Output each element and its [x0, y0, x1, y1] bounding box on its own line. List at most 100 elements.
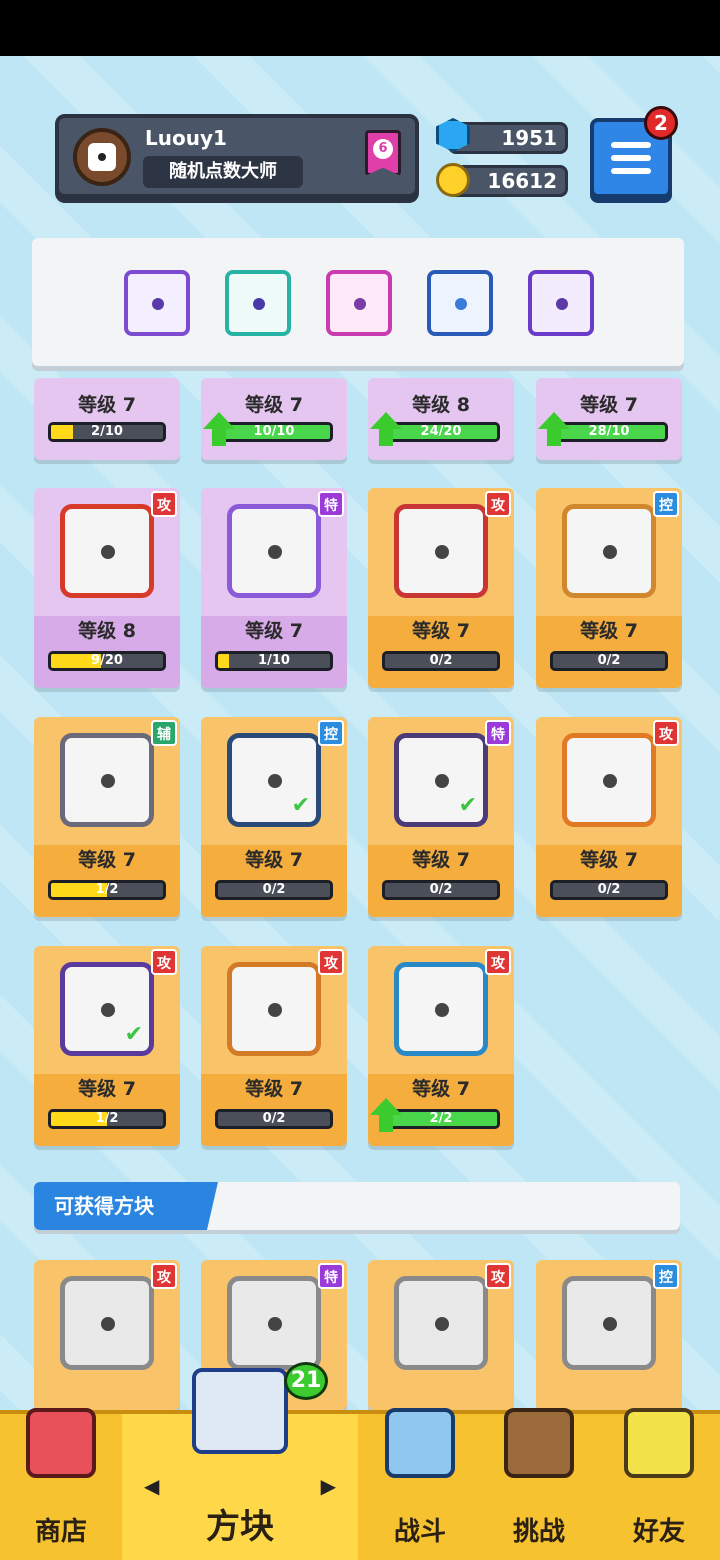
progress-bar: 1/10	[215, 651, 333, 671]
nav-friends-label: 好友	[632, 1517, 685, 1547]
orbit-dice-icon	[556, 298, 568, 310]
orbit-dice-icon: ✔	[60, 962, 154, 1056]
dice-pip	[268, 774, 282, 788]
nav-shop[interactable]: 商店	[0, 1408, 122, 1560]
progress-bar: 0/2	[215, 880, 333, 900]
gun-dice-icon	[227, 962, 321, 1056]
progress-bar: 0/2	[215, 1109, 333, 1129]
card-type-tag: 特	[318, 1263, 344, 1289]
sun-dice-icon	[562, 733, 656, 827]
progress-bar: 1/2	[48, 1109, 166, 1129]
card-type-tag: 辅	[151, 720, 177, 746]
player-profile[interactable]: Luouy1 随机点数大师 6	[55, 114, 419, 198]
card-level: 等级 7	[78, 849, 136, 871]
player-name: Luouy1	[145, 126, 227, 150]
dice-card[interactable]: ✔ 控等级 7 0/2	[201, 717, 347, 917]
whirlpool-dice-icon	[394, 962, 488, 1056]
dice-card[interactable]: 攻等级 8 9/20	[34, 488, 180, 688]
deck-slot[interactable]	[528, 270, 594, 336]
dice-card[interactable]: 等级 7 10/10	[201, 378, 347, 460]
gear-dice-icon	[60, 1276, 154, 1370]
hamburger-line	[611, 168, 651, 174]
mystery-cube-icon	[192, 1368, 288, 1454]
progress-text: 0/2	[597, 882, 621, 897]
sand-dice-icon	[562, 504, 656, 598]
shield-dice-icon	[562, 1276, 656, 1370]
avatar	[73, 128, 131, 186]
nav-friends[interactable]: 好友	[598, 1408, 720, 1560]
dice-card[interactable]: 特等级 7 1/10	[201, 488, 347, 688]
dice-card[interactable]: 控等级 7 0/2	[536, 488, 682, 688]
fire-dice-icon	[60, 504, 154, 598]
nav-battle[interactable]: 战斗	[360, 1408, 480, 1560]
dice-pip	[435, 1317, 449, 1331]
dice-pip	[435, 774, 449, 788]
card-level: 等级 7	[245, 394, 303, 416]
prev-arrow-icon[interactable]: ◀	[144, 1474, 159, 1498]
starburst-dice-icon	[394, 504, 488, 598]
deck-slot[interactable]	[326, 270, 392, 336]
progress-text: 9/20	[91, 653, 123, 668]
dice-card[interactable]: 等级 7 2/10	[34, 378, 180, 460]
deck-slot[interactable]	[225, 270, 291, 336]
progress-bar: 0/2	[382, 651, 500, 671]
dice-card[interactable]: 等级 8 24/20	[368, 378, 514, 460]
progress-text: 24/20	[420, 424, 462, 439]
dice-pip	[603, 1317, 617, 1331]
deck-slot[interactable]	[124, 270, 190, 336]
card-type-tag: 控	[653, 491, 679, 517]
progress-bar: 0/2	[550, 880, 668, 900]
jaws-dice-icon	[60, 733, 154, 827]
progress-text: 10/10	[253, 424, 295, 439]
next-arrow-icon[interactable]: ▶	[321, 1474, 336, 1498]
nav-challenge[interactable]: 挑战	[480, 1408, 598, 1560]
dice-card[interactable]: 辅等级 7 1/2	[34, 717, 180, 917]
nav-blocks[interactable]: 方块 ◀ ▶	[122, 1368, 358, 1560]
dice-card[interactable]: ✔ 攻等级 7 1/2	[34, 946, 180, 1146]
dice-card[interactable]: 攻等级 7 0/2	[201, 946, 347, 1146]
card-level: 等级 7	[412, 849, 470, 871]
dice-pip	[101, 774, 115, 788]
progress-bar: 24/20	[382, 422, 500, 442]
card-level: 等级 7	[78, 394, 136, 416]
card-level: 等级 8	[78, 620, 136, 642]
hamburger-line	[611, 155, 651, 161]
card-level: 等级 7	[580, 849, 638, 871]
nav-blocks-label: 方块	[206, 1507, 274, 1547]
dice-pip	[101, 1317, 115, 1331]
card-type-tag: 攻	[151, 949, 177, 975]
dice-card[interactable]: 攻等级 7 0/2	[368, 488, 514, 688]
dice-card[interactable]: 等级 7 28/10	[536, 378, 682, 460]
card-level: 等级 8	[412, 394, 470, 416]
equipped-check-icon: ✔	[124, 1022, 143, 1047]
progress-bar: 2/2	[382, 1109, 500, 1129]
dice-pip	[101, 1003, 115, 1017]
progress-bar: 0/2	[382, 880, 500, 900]
dice-pip	[101, 545, 115, 559]
friends-character-icon	[624, 1408, 694, 1478]
progress-bar: 9/20	[48, 651, 166, 671]
player-title: 随机点数大师	[143, 156, 303, 188]
progress-text: 0/2	[262, 882, 286, 897]
card-type-tag: 攻	[485, 491, 511, 517]
locked-dice-card[interactable]: 攻	[34, 1260, 180, 1410]
card-level: 等级 7	[245, 849, 303, 871]
progress-text: 1/10	[258, 653, 290, 668]
equipped-check-icon: ✔	[458, 793, 477, 818]
card-type-tag: 攻	[485, 1263, 511, 1289]
progress-bar: 1/2	[48, 880, 166, 900]
progress-text: 28/10	[588, 424, 630, 439]
card-level: 等级 7	[580, 394, 638, 416]
available-section-title: 可获得方块	[34, 1182, 218, 1230]
deck-slot[interactable]	[427, 270, 493, 336]
locked-dice-card[interactable]: 控	[536, 1260, 682, 1410]
dice-card[interactable]: 攻等级 7 0/2	[536, 717, 682, 917]
card-type-tag: 攻	[485, 949, 511, 975]
locked-dice-card[interactable]: 攻	[368, 1260, 514, 1410]
dice-card[interactable]: 攻等级 7 2/2	[368, 946, 514, 1146]
progress-text: 0/2	[262, 1111, 286, 1126]
dice-card[interactable]: ✔ 特等级 7 0/2	[368, 717, 514, 917]
progress-bar: 0/2	[550, 651, 668, 671]
card-type-tag: 特	[485, 720, 511, 746]
card-level: 等级 7	[412, 620, 470, 642]
